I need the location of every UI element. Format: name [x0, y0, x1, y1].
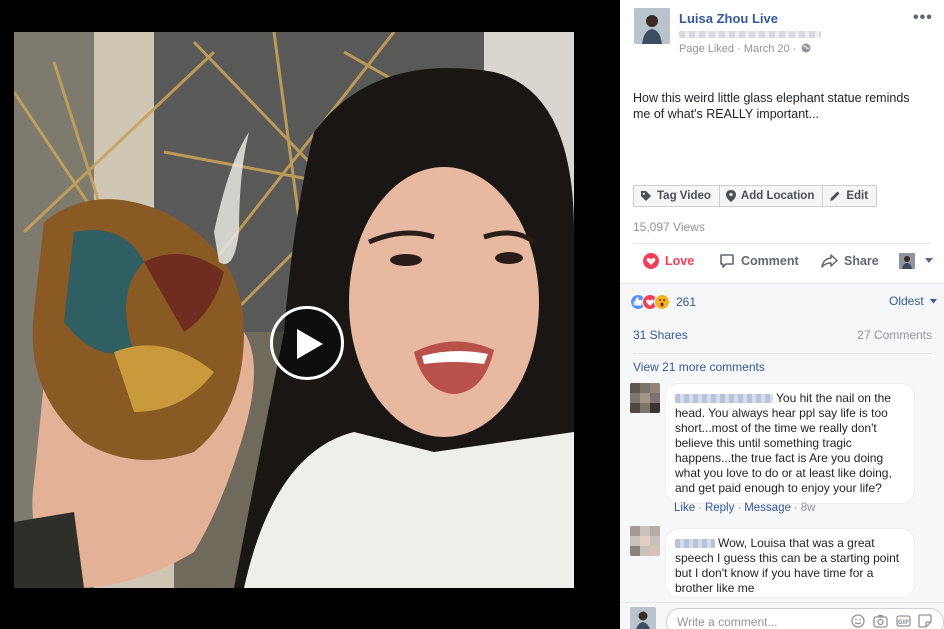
commenter-name-blurred[interactable] — [675, 394, 773, 404]
post-meta-text: Page Liked · March 20 · — [679, 43, 797, 55]
tag-video-label: Tag Video — [657, 190, 711, 202]
post-meta: Page Liked · March 20 · — [679, 43, 811, 55]
comment-composer: GIF — [620, 602, 944, 629]
post-text: How this weird little glass elephant sta… — [633, 91, 910, 121]
page-avatar-image — [634, 8, 670, 44]
globe-icon — [801, 43, 811, 53]
commenter-avatar[interactable] — [630, 383, 660, 413]
gif-icon[interactable]: GIF — [896, 614, 911, 628]
video-player[interactable] — [14, 32, 574, 588]
tag-video-button[interactable]: Tag Video — [633, 185, 720, 207]
commenter-avatar-image — [630, 383, 660, 413]
view-count: 15,097 Views — [633, 220, 705, 234]
caret-down-icon — [930, 299, 938, 304]
comment-text: You hit the nail on the head. You always… — [675, 391, 892, 495]
comment-label: Comment — [741, 254, 799, 268]
page-name[interactable]: Luisa Zhou Live — [679, 11, 778, 26]
play-button[interactable] — [270, 306, 344, 380]
comment-timestamp[interactable]: 8w — [801, 502, 816, 514]
location-pin-icon — [725, 190, 736, 202]
edit-button[interactable]: Edit — [822, 185, 878, 207]
comment-bubble: Wow, Louisa that was a great speech I gu… — [665, 528, 915, 598]
comment-sort-dropdown[interactable]: Oldest — [889, 294, 938, 308]
post-side-panel: Luisa Zhou Live Page Liked · March 20 · … — [620, 0, 944, 629]
comment-reply-link[interactable]: Reply — [705, 502, 734, 514]
heart-icon — [643, 253, 659, 269]
comments-section: 261 Oldest 31 Shares 27 Comments View 21… — [620, 283, 944, 629]
comment-button[interactable]: Comment — [719, 253, 799, 269]
share-arrow-icon — [821, 254, 838, 268]
blurred-subtitle — [679, 31, 821, 38]
post-actions: Love Comment Share — [633, 253, 933, 275]
camera-icon[interactable] — [873, 614, 888, 628]
divider — [633, 243, 931, 244]
comment-sort-value: Oldest — [889, 294, 924, 308]
separator-dot: · — [793, 502, 798, 514]
love-button[interactable]: Love — [643, 253, 694, 269]
play-icon — [297, 329, 323, 359]
love-label: Love — [665, 254, 695, 268]
shares-link[interactable]: 31 Shares — [633, 328, 688, 342]
separator-dot: · — [698, 502, 702, 514]
share-label: Share — [844, 254, 879, 268]
divider — [633, 353, 932, 354]
video-pane — [0, 0, 620, 629]
share-button[interactable]: Share — [821, 253, 879, 269]
comments-count[interactable]: 27 Comments — [857, 328, 932, 342]
comment-bubble: You hit the nail on the head. You always… — [665, 383, 915, 504]
view-more-comments-link[interactable]: View 21 more comments — [633, 360, 765, 374]
commenter-avatar-image — [630, 526, 660, 556]
comment-like-link[interactable]: Like — [674, 502, 695, 514]
page-avatar[interactable] — [634, 8, 670, 44]
engagement-row: 31 Shares 27 Comments — [633, 328, 932, 342]
commenter-avatar[interactable] — [630, 526, 660, 556]
reaction-count[interactable]: 261 — [676, 295, 696, 309]
svg-text:GIF: GIF — [898, 619, 909, 626]
add-location-button[interactable]: Add Location — [718, 185, 824, 207]
wow-reaction-icon — [654, 294, 670, 310]
profile-avatar-icon — [899, 253, 915, 269]
comment-bubble-icon — [720, 254, 734, 268]
sticker-icon[interactable] — [918, 614, 932, 628]
facebook-video-post: Luisa Zhou Live Page Liked · March 20 · … — [0, 0, 944, 629]
comment-message-link[interactable]: Message — [744, 502, 791, 514]
post-tools-bar: Tag Video Add Location Edit — [633, 185, 878, 207]
composer-avatar — [630, 607, 656, 629]
caret-down-icon — [925, 258, 933, 263]
post-as-selector[interactable] — [899, 253, 939, 269]
composer-avatar-image — [630, 607, 656, 629]
pencil-icon — [830, 191, 840, 201]
commenter-name-blurred[interactable] — [675, 539, 715, 549]
separator-dot: · — [737, 502, 742, 514]
edit-label: Edit — [846, 190, 869, 202]
reactions-summary[interactable]: 261 — [630, 294, 696, 310]
comment-actions: Like · Reply · Message · 8w — [674, 502, 815, 514]
add-location-label: Add Location — [740, 190, 815, 202]
more-options-button[interactable]: ••• — [913, 9, 933, 27]
tag-icon — [641, 191, 651, 201]
emoji-icon[interactable] — [851, 614, 865, 628]
